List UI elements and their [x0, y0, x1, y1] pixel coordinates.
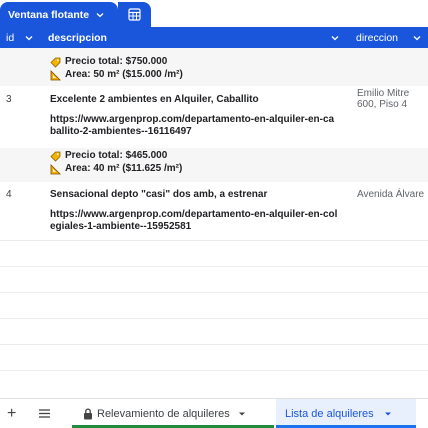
caret-down-icon — [238, 412, 245, 415]
area-line: Area: 40 m² ($11.625 /m²) — [50, 163, 340, 175]
description-cell[interactable]: Sensacional depto "casi" dos amb, a estr… — [50, 189, 340, 232]
id-cell[interactable]: 3 — [6, 94, 12, 106]
row-divider — [0, 318, 428, 319]
area-line: Area: 50 m² ($15.000 /m²) — [50, 69, 340, 81]
price-text: Precio total: $750.000 — [65, 56, 168, 67]
area-text: Area: 50 m² ($15.000 /m²) — [65, 69, 183, 80]
listing-url[interactable]: https://www.argenprop.com/departamento-e… — [50, 209, 340, 232]
view-toolbar: Ventana flotante — [0, 0, 428, 27]
address-cell[interactable]: Emilio Mitre 600, Piso 4 — [357, 88, 409, 110]
view-selector-tab[interactable]: Ventana flotante — [0, 2, 118, 27]
all-sheets-button[interactable] — [38, 399, 51, 428]
listing-title: Sensacional depto "casi" dos amb, a estr… — [50, 189, 268, 200]
address-cell[interactable]: Avenida Álvare — [357, 189, 424, 200]
view-selector-label: Ventana flotante — [8, 8, 90, 21]
listing-title: Excelente 2 ambientes en Alquiler, Cabal… — [50, 94, 259, 105]
column-header-id[interactable]: id — [6, 27, 14, 48]
description-cell[interactable]: Excelente 2 ambientes en Alquiler, Cabal… — [50, 94, 340, 137]
area-text: Area: 40 m² ($11.625 /m²) — [65, 163, 183, 174]
description-cell: Precio total: $750.000 Area: 50 m² ($15.… — [50, 56, 340, 81]
sheet-tab-label: Relevamiento de alquileres — [97, 407, 230, 420]
row-divider — [0, 344, 428, 345]
column-header-description[interactable]: descripcion — [48, 27, 107, 48]
row-divider — [0, 292, 428, 293]
sheet-tab-bar: + Relevamiento de alquileres Lista de al… — [0, 398, 428, 428]
price-tag-icon — [50, 57, 61, 68]
triangular-ruler-icon — [50, 69, 61, 80]
price-line: Precio total: $465.000 — [50, 150, 340, 162]
listing-url[interactable]: https://www.argenprop.com/departamento-e… — [50, 114, 340, 137]
table-view-button[interactable] — [118, 2, 151, 27]
triangular-ruler-icon — [50, 163, 61, 174]
row-divider — [0, 240, 428, 241]
price-text: Precio total: $465.000 — [65, 150, 168, 161]
address-line: Emilio Mitre — [357, 88, 410, 99]
row-divider — [0, 266, 428, 267]
chevron-down-icon — [96, 12, 104, 17]
chevron-down-icon[interactable] — [24, 27, 34, 48]
lock-icon — [84, 407, 92, 419]
chevron-down-icon[interactable] — [412, 27, 422, 48]
table-icon — [128, 8, 141, 21]
caret-down-icon — [384, 412, 391, 415]
description-cell: Precio total: $465.000 Area: 40 m² ($11.… — [50, 150, 340, 175]
price-line: Precio total: $750.000 — [50, 56, 340, 68]
address-line: 600, Piso 4 — [357, 99, 408, 110]
chevron-down-icon[interactable] — [330, 27, 340, 48]
add-sheet-button[interactable]: + — [7, 399, 16, 428]
price-tag-icon — [50, 151, 61, 162]
sheet-tab-lista[interactable]: Lista de alquileres — [276, 399, 416, 428]
id-cell[interactable]: 4 — [6, 189, 12, 201]
sheet-tab-label: Lista de alquileres — [285, 407, 374, 420]
row-divider — [0, 370, 428, 371]
column-header-row: id descripcion direccion — [0, 27, 428, 48]
column-header-address[interactable]: direccion — [356, 27, 398, 48]
menu-icon — [39, 409, 50, 418]
sheet-tab-relevamiento[interactable]: Relevamiento de alquileres — [72, 399, 274, 428]
